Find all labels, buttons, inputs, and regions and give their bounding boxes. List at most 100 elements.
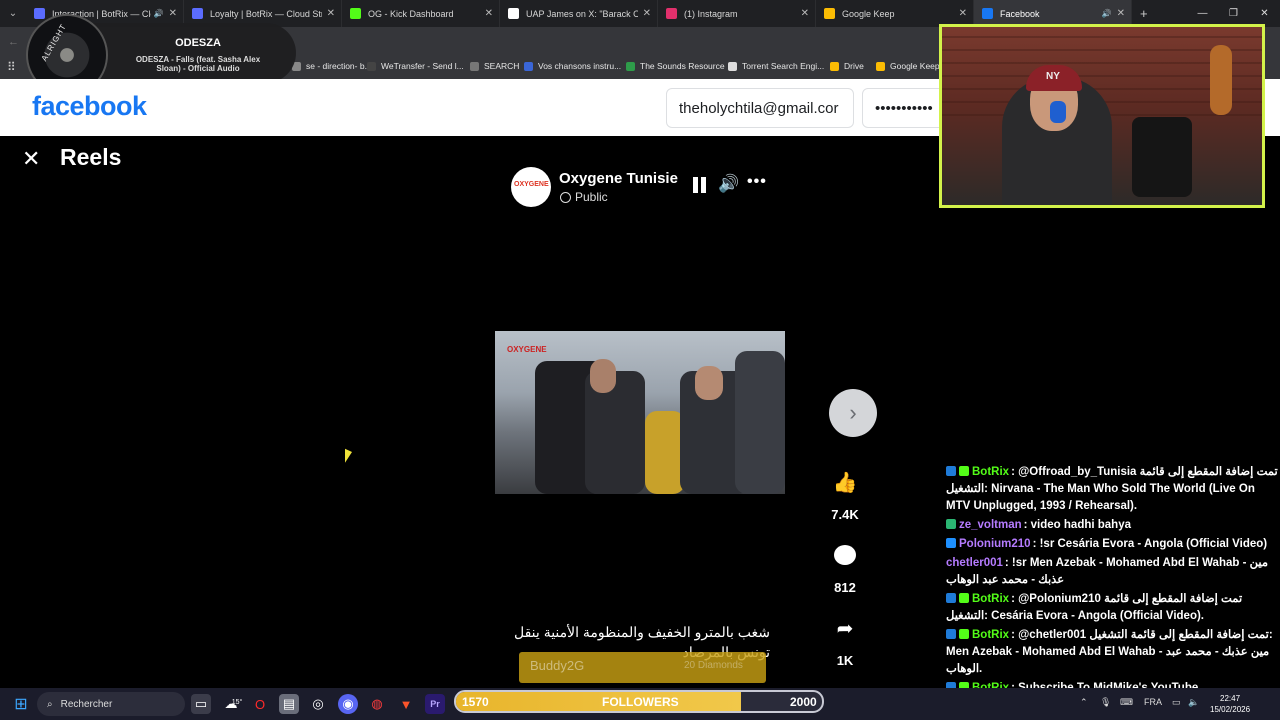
tab-title: Google Keep (842, 8, 895, 19)
avatar-text: OXYGENE (514, 181, 549, 188)
reel-video[interactable]: OXYGENE (495, 331, 785, 494)
bookmark-item[interactable]: se - direction- b... (292, 61, 372, 71)
page-avatar[interactable]: OXYGENE (511, 167, 551, 207)
bookmark-icon (728, 61, 737, 71)
chat-username[interactable]: BotRix (972, 629, 1009, 641)
page-name-link[interactable]: Oxygene Tunisie (559, 170, 678, 187)
tab-title: Facebook (1000, 8, 1040, 19)
tray-chevron-icon[interactable]: ⌃ (1080, 697, 1088, 708)
bookmark-item[interactable]: Vos chansons instru... (524, 61, 621, 71)
bookmark-item[interactable]: The Sounds Resource (626, 61, 725, 71)
tab-title: OG - Kick Dashboard (368, 8, 454, 19)
speaker-icon[interactable]: 🔈 (1188, 697, 1199, 708)
bookmark-icon (876, 61, 885, 71)
next-reel-button[interactable]: › (829, 389, 877, 437)
bookmark-icon (830, 61, 839, 71)
cap-logo: NY (1046, 71, 1060, 82)
tab-close-icon[interactable]: ✕ (643, 8, 651, 19)
system-clock[interactable]: 22:47 15/02/2026 (1210, 693, 1250, 715)
chat-username[interactable]: BotRix (972, 466, 1009, 478)
visibility-label: Public (560, 190, 608, 204)
more-options-icon[interactable]: ••• (747, 173, 767, 191)
followers-goal: 2000 (790, 695, 817, 709)
mouse-cursor-icon (345, 448, 359, 470)
close-window-icon[interactable]: ✕ (1249, 0, 1280, 27)
comment-count: 812 (834, 580, 856, 595)
discord-icon[interactable]: ◉ (338, 694, 358, 714)
brave-icon[interactable]: ▼ (396, 694, 416, 714)
tab-close-icon[interactable]: ✕ (1117, 8, 1125, 19)
browser-tab[interactable]: Google Keep ✕ (816, 0, 974, 27)
new-tab-button[interactable]: + (1140, 6, 1148, 21)
chat-username[interactable]: Polonium210 (959, 538, 1031, 550)
email-field[interactable]: theholychtila@gmail.cor (666, 88, 854, 128)
tab-close-icon[interactable]: ✕ (485, 8, 493, 19)
bookmark-item[interactable]: Torrent Search Engi... (728, 61, 824, 71)
keyboard-tray-icon[interactable]: ⌨ (1120, 697, 1133, 708)
tab-close-icon[interactable]: ✕ (327, 8, 335, 19)
tab-close-icon[interactable]: ✕ (801, 8, 809, 19)
chat-username[interactable]: chetler001 (946, 557, 1003, 569)
comment-icon[interactable] (829, 539, 861, 571)
tab-title: UAP James on X: "Barack Obam (526, 8, 638, 19)
like-icon[interactable]: 👍 (829, 466, 861, 498)
like-count: 7.4K (831, 507, 859, 522)
premiere-icon[interactable]: Pr (425, 694, 445, 714)
bookmark-item[interactable]: Google Keep (876, 61, 940, 71)
browser-tab[interactable]: OG - Kick Dashboard ✕ (342, 0, 500, 27)
taskbar-search[interactable]: ⌕ Rechercher (37, 692, 185, 716)
browser-tab[interactable]: Facebook 🔊 ✕ (974, 0, 1132, 27)
opera-icon[interactable]: O (250, 694, 270, 714)
microphone (1050, 101, 1066, 123)
chat-username[interactable]: ze_voltman (959, 519, 1022, 531)
visibility-text: Public (575, 190, 608, 204)
browser-tab[interactable]: UAP James on X: "Barack Obam ✕ (500, 0, 658, 27)
chat-message: BotRix: @Polonium210 تمت إضافة المقطع إل… (946, 591, 1280, 625)
search-icon: ⌕ (47, 698, 53, 710)
share-icon[interactable]: ➦ (829, 612, 861, 644)
chat-text: : !sr Cesária Evora - Angola (Official V… (1032, 538, 1268, 550)
chat-username[interactable]: BotRix (972, 593, 1009, 605)
chat-message: Polonium210: !sr Cesária Evora - Angola … (946, 536, 1280, 553)
tab-close-icon[interactable]: ✕ (959, 8, 967, 19)
mic-tray-icon[interactable]: 🎙 (1100, 697, 1111, 708)
pause-icon[interactable] (692, 177, 707, 193)
now-playing-title: ODESZA (175, 37, 221, 49)
tab-favicon-icon (824, 8, 835, 19)
task-view-icon[interactable]: ▭ (191, 694, 211, 714)
maximize-icon[interactable]: ❐ (1218, 0, 1249, 27)
volume-icon[interactable]: 🔊 (718, 174, 739, 194)
screen: ⌄ Interaction | BotRix — Cloud🔊✕Loyalty … (0, 0, 1280, 720)
bookmark-label: Google Keep (890, 61, 940, 71)
browser-tab[interactable]: (1) Instagram ✕ (658, 0, 816, 27)
chat-badge-icon (946, 519, 956, 529)
tab-audio-icon[interactable]: 🔊 (1102, 9, 1112, 18)
tab-favicon-icon (666, 8, 677, 19)
bookmark-label: se - direction- b... (306, 61, 372, 71)
video-figure (735, 351, 785, 494)
network-icon[interactable]: ▭ (1172, 697, 1181, 708)
followers-goal-bar: 1570 FOLLOWERS 2000 (454, 690, 824, 713)
explorer-icon[interactable]: ▤ (279, 694, 299, 714)
tab-favicon-icon (508, 8, 519, 19)
bookmark-item[interactable]: WeTransfer - Send l... (367, 61, 464, 71)
app-icon[interactable]: ◎ (308, 694, 328, 714)
back-icon[interactable]: ← (8, 36, 19, 48)
bookmark-item[interactable]: SEARCH (470, 61, 519, 71)
windows-start-icon[interactable]: ⊞ (11, 694, 31, 714)
tab-close-icon[interactable]: ✕ (169, 8, 177, 19)
chat-badge-icon (959, 466, 969, 476)
language-indicator[interactable]: FRA (1144, 697, 1162, 707)
minimize-icon[interactable]: — (1187, 0, 1218, 27)
record-icon[interactable]: ◍ (367, 694, 387, 714)
tab-audio-icon[interactable]: 🔊 (154, 9, 164, 18)
facebook-logo[interactable]: facebook (32, 91, 147, 122)
close-reels-button[interactable]: ✕ (22, 146, 40, 172)
followers-label: FOLLOWERS (602, 695, 679, 709)
tab-favicon-icon (350, 8, 361, 19)
apps-grid-icon[interactable]: ⠿ (7, 60, 16, 74)
search-placeholder: Rechercher (60, 698, 113, 710)
tab-title: Loyalty | BotRix — Cloud Stream (210, 8, 322, 19)
tab-search-icon[interactable]: ⌄ (0, 0, 26, 27)
bookmark-item[interactable]: Drive (830, 61, 864, 71)
